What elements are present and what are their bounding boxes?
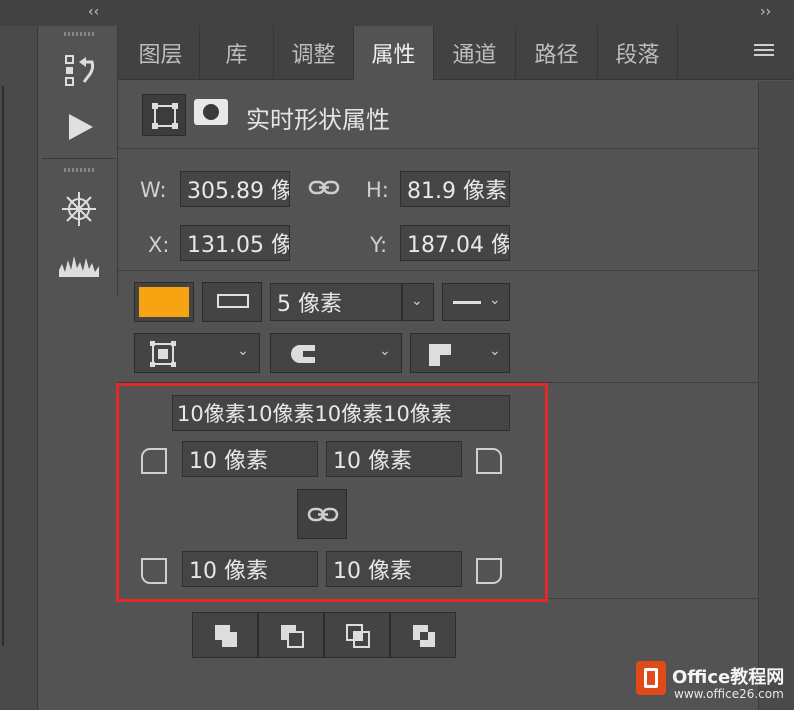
subtract-front-shape-icon — [281, 625, 304, 648]
exclude-overlap-button[interactable] — [390, 612, 456, 658]
solid-line-icon — [453, 301, 481, 304]
combine-shapes-icon — [215, 625, 237, 647]
fill-swatch — [139, 287, 189, 317]
tab-adjustments[interactable]: 调整 — [274, 26, 354, 80]
watermark-brand: Office教程网 — [672, 667, 785, 688]
stroke-width-dropdown[interactable]: ⌄ — [402, 283, 434, 321]
stroke-corner-dropdown[interactable]: ⌄ — [410, 333, 510, 373]
grip-icon[interactable] — [64, 32, 94, 36]
exclude-overlap-icon — [413, 625, 435, 647]
y-label: Y: — [370, 233, 388, 257]
play-icon[interactable] — [66, 112, 96, 142]
highlight-annotation-box — [116, 383, 548, 602]
stroke-cap-dropdown[interactable]: ⌄ — [270, 333, 402, 373]
history-icon[interactable] — [62, 54, 98, 88]
fill-color-button[interactable] — [134, 282, 194, 322]
scrollbar[interactable] — [758, 81, 794, 710]
stroke-align-dropdown[interactable]: ⌄ — [134, 333, 260, 373]
chevron-down-icon: ⌄ — [489, 343, 501, 359]
tab-libraries[interactable]: 库 — [200, 26, 274, 80]
tab-channels[interactable]: 通道 — [434, 26, 516, 80]
stroke-swatch-icon — [217, 294, 249, 308]
histogram-icon[interactable] — [58, 252, 100, 278]
panel-menu-icon[interactable] — [754, 44, 774, 60]
tool-column — [40, 26, 118, 296]
tab-layers[interactable]: 图层 — [122, 26, 200, 80]
height-field[interactable]: 81.9 像素 — [400, 171, 510, 207]
mask-icon[interactable] — [193, 98, 229, 126]
tab-properties[interactable]: 属性 — [354, 26, 434, 80]
stroke-corner-icon — [429, 344, 451, 366]
combine-shapes-button[interactable] — [192, 612, 258, 658]
office-logo-icon — [636, 661, 666, 695]
intersect-shapes-icon — [346, 624, 370, 648]
width-label: W: — [140, 178, 167, 202]
panel-top-bar — [0, 0, 794, 26]
expand-right-icon[interactable]: ›› — [760, 4, 771, 20]
x-label: X: — [148, 233, 170, 257]
tab-paths[interactable]: 路径 — [516, 26, 598, 80]
tab-paragraph[interactable]: 段落 — [598, 26, 678, 80]
intersect-shapes-button[interactable] — [324, 612, 390, 658]
transform-mode-button[interactable] — [142, 94, 186, 136]
subtract-front-shape-button[interactable] — [258, 612, 324, 658]
grip-icon[interactable] — [64, 168, 94, 172]
stroke-width-field[interactable]: 5 像素 — [270, 283, 402, 321]
chevron-down-icon: ⌄ — [411, 293, 423, 309]
width-field[interactable]: 305.89 像素 — [180, 171, 290, 207]
stroke-align-icon — [150, 341, 176, 367]
panel-title: 实时形状属性 — [246, 106, 390, 134]
y-field[interactable]: 187.04 像素 — [400, 225, 510, 261]
link-dimensions-icon[interactable] — [308, 178, 340, 198]
collapse-left-icon[interactable]: ‹‹ — [88, 4, 99, 20]
bounding-box-icon — [152, 103, 178, 129]
stroke-type-dropdown[interactable]: ⌄ — [442, 283, 510, 321]
watermark-url: www.office26.com — [674, 687, 784, 701]
height-label: H: — [366, 178, 389, 202]
chevron-down-icon: ⌄ — [489, 292, 501, 308]
left-pane — [0, 26, 38, 710]
stroke-cap-icon — [291, 345, 315, 363]
ships-wheel-icon[interactable] — [60, 190, 98, 228]
stroke-color-button[interactable] — [202, 282, 262, 322]
chevron-down-icon: ⌄ — [237, 343, 249, 359]
chevron-down-icon: ⌄ — [379, 343, 391, 359]
x-field[interactable]: 131.05 像素 — [180, 225, 290, 261]
tab-row: 图层 库 调整 属性 通道 路径 段落 — [118, 26, 794, 80]
